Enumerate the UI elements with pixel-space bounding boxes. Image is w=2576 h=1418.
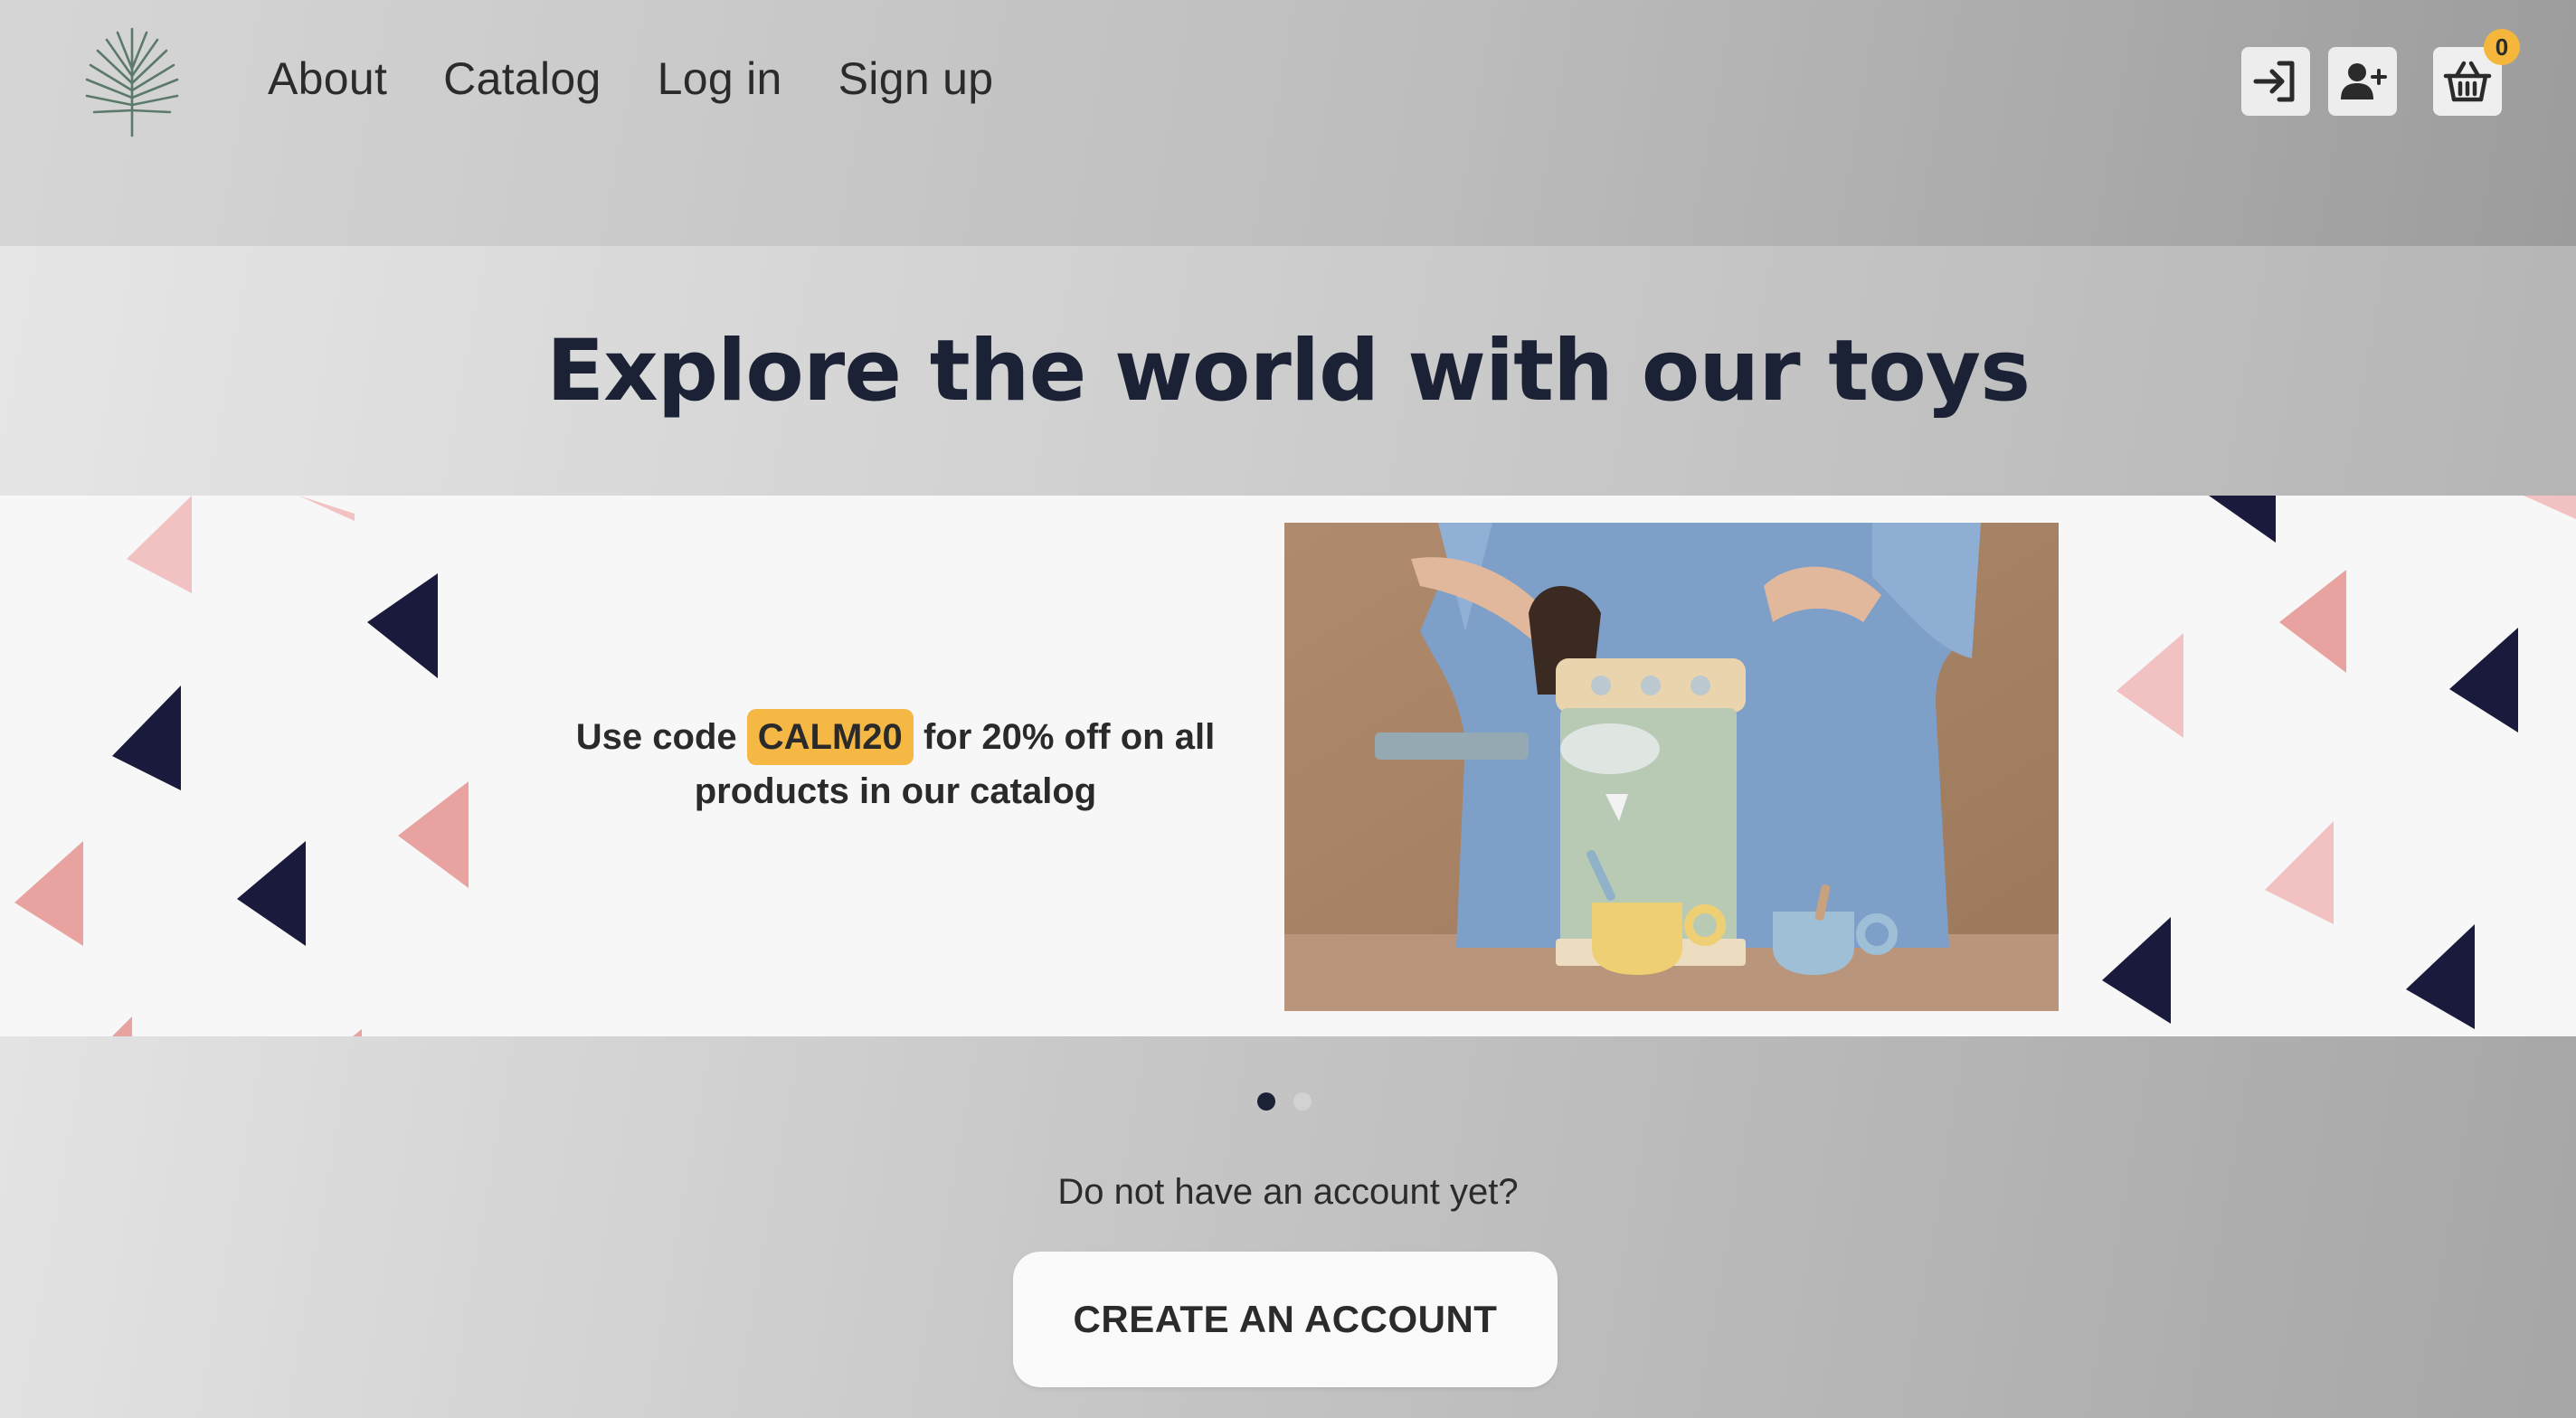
signup-button[interactable] <box>2328 47 2397 116</box>
promo-banner: Use code CALM20 for 20% off on all produ… <box>0 496 2576 1036</box>
site-header: About Catalog Log in Sign up 0 <box>0 0 2576 246</box>
nav-link-catalog[interactable]: Catalog <box>443 52 601 105</box>
carousel-dots <box>1257 1092 1312 1111</box>
hero-title-band: Explore the world with our toys <box>0 246 2576 496</box>
product-photo <box>1284 523 2059 1011</box>
cart-button[interactable]: 0 <box>2433 29 2520 116</box>
signup-prompt-text: Do not have an account yet? <box>1057 1172 1519 1212</box>
carousel-dot-1[interactable] <box>1257 1092 1275 1111</box>
create-account-button[interactable]: CREATE AN ACCOUNT <box>1013 1252 1558 1387</box>
promo-prefix: Use code <box>575 717 737 757</box>
promo-text: Use code CALM20 for 20% off on all produ… <box>507 709 1284 818</box>
login-button[interactable] <box>2241 47 2310 116</box>
add-user-icon <box>2341 63 2387 99</box>
cart-count-badge: 0 <box>2484 29 2520 65</box>
palm-leaf-logo-icon[interactable] <box>81 24 183 141</box>
hero-title: Explore the world with our toys <box>545 321 2031 421</box>
signup-prompt: Do not have an account yet? <box>0 1172 2576 1213</box>
nav-link-login[interactable]: Log in <box>658 52 782 105</box>
nav-link-about[interactable]: About <box>268 52 387 105</box>
promo-code-badge: CALM20 <box>746 709 914 765</box>
nav-link-signup[interactable]: Sign up <box>838 52 994 105</box>
login-icon <box>2253 61 2295 102</box>
main-nav: About Catalog Log in Sign up <box>268 52 993 105</box>
basket-icon <box>2443 61 2492 102</box>
carousel-dot-2[interactable] <box>1293 1092 1312 1111</box>
